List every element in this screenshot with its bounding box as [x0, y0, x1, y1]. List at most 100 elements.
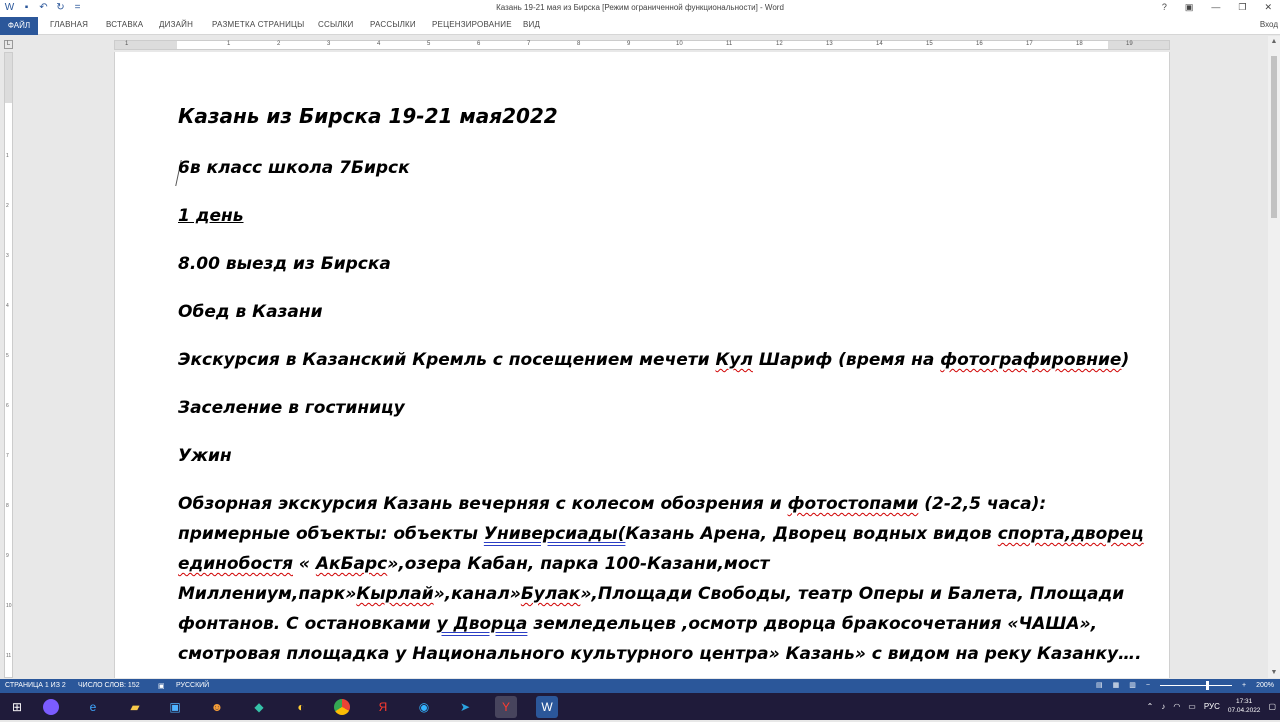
cortana-icon[interactable]: [40, 696, 62, 718]
doc-day1[interactable]: 1 день: [178, 206, 244, 226]
ruler-number: 19: [1126, 41, 1133, 47]
read-mode-icon[interactable]: ▤: [1096, 681, 1103, 689]
ruler-number: 16: [976, 41, 983, 47]
yandex-icon[interactable]: Я: [372, 696, 394, 718]
clock[interactable]: 17:31 07.04.2022: [1228, 697, 1261, 715]
vruler-number: 5: [6, 353, 9, 359]
document-page[interactable]: Казань из Бирска 19-21 мая2022 6в класс …: [114, 52, 1170, 678]
chrome-icon[interactable]: [331, 696, 353, 718]
status-language[interactable]: РУССКИЙ: [176, 682, 209, 689]
clock-time: 17:31: [1236, 698, 1253, 705]
doc-departure[interactable]: 8.00 выезд из Бирска: [178, 254, 391, 274]
tab-home[interactable]: ГЛАВНАЯ: [50, 20, 88, 29]
telegram-icon[interactable]: ➤: [454, 696, 476, 718]
zoom-out-icon[interactable]: −: [1146, 682, 1150, 689]
doc-heading[interactable]: Казань из Бирска 19-21 мая2022: [178, 104, 558, 128]
title-bar: W ▪ ↶ ↻ = Казань 19-21 мая из Бирска [Ре…: [0, 0, 1280, 17]
zoom-slider[interactable]: [1160, 680, 1232, 690]
ruler-number: 17: [1026, 41, 1033, 47]
yandex-browser-icon[interactable]: Y: [495, 696, 517, 718]
ruler-number: 12: [776, 41, 783, 47]
ruler-number: 13: [826, 41, 833, 47]
help-icon[interactable]: ?: [1162, 2, 1167, 13]
tab-review[interactable]: РЕЦЕНЗИРОВАНИЕ: [432, 20, 512, 29]
ruler-number: 15: [926, 41, 933, 47]
vruler-number: 4: [6, 303, 9, 309]
doc-tour-line-4[interactable]: Миллениум,парк»Кырлай»,канал»Булак»,Площ…: [178, 584, 1124, 604]
vruler-number: 1: [6, 153, 9, 159]
volume-icon[interactable]: ♪: [1161, 702, 1165, 711]
tab-view[interactable]: ВИД: [523, 20, 540, 29]
vruler-number: 3: [6, 253, 9, 259]
word-icon[interactable]: W: [536, 696, 558, 718]
vruler-number: 7: [6, 453, 9, 459]
web-layout-icon[interactable]: ▥: [1129, 681, 1136, 689]
zoom-slider-knob[interactable]: [1206, 680, 1209, 690]
tab-mailings[interactable]: РАССЫЛКИ: [370, 20, 416, 29]
status-bar: СТРАНИЦА 1 ИЗ 2 ЧИСЛО СЛОВ: 152 ▣ РУССКИ…: [0, 679, 1280, 693]
ruler-number: 2: [277, 41, 281, 47]
ruler-number: 8: [577, 41, 581, 47]
horizontal-ruler[interactable]: 1 1 2 3 4 5 6 7 8 9 10 11 12 13 14 15 16…: [114, 40, 1170, 50]
doc-class-line[interactable]: 6в класс школа 7Бирск: [178, 158, 410, 178]
status-right-group: ▤ ▦ ▥ − + 200%: [1096, 680, 1274, 690]
notifications-icon[interactable]: ▢: [1268, 702, 1276, 711]
doc-checkin[interactable]: Заселение в гостиницу: [178, 398, 405, 418]
zoom-level[interactable]: 200%: [1256, 682, 1274, 689]
doc-dinner[interactable]: Ужин: [178, 446, 232, 466]
ribbon-tabs: ФАЙЛ ГЛАВНАЯ ВСТАВКА ДИЗАЙН РАЗМЕТКА СТР…: [0, 17, 1280, 35]
zoom-in-icon[interactable]: +: [1242, 682, 1246, 689]
ruler-number: 10: [676, 41, 683, 47]
status-word-count[interactable]: ЧИСЛО СЛОВ: 152: [78, 682, 140, 689]
doc-tour-line-1[interactable]: Обзорная экскурсия Казань вечерняя с кол…: [178, 494, 1046, 514]
tab-insert[interactable]: ВСТАВКА: [106, 20, 143, 29]
restore-icon[interactable]: ❐: [1238, 2, 1246, 13]
ribbon-display-icon[interactable]: ▣: [1185, 2, 1194, 13]
scroll-thumb[interactable]: [1271, 56, 1277, 218]
display-icon[interactable]: ▭: [1188, 702, 1196, 711]
scroll-down-icon[interactable]: ▼: [1270, 669, 1278, 676]
tab-selector[interactable]: L: [4, 40, 13, 49]
ruler-row: L 1 1 2 3 4 5 6 7 8 9 10 11 12 13 14 15 …: [0, 36, 1280, 52]
photos-icon[interactable]: ◆: [248, 696, 270, 718]
doc-tour-line-6[interactable]: смотровая площадка у Национального культ…: [178, 644, 1142, 664]
doc-excursion[interactable]: Экскурсия в Казанский Кремль с посещение…: [178, 350, 1129, 370]
ruler-number: 4: [377, 41, 381, 47]
tab-file[interactable]: ФАЙЛ: [0, 17, 38, 35]
input-language[interactable]: РУС: [1204, 702, 1220, 711]
sign-in-link[interactable]: Вход: [1260, 20, 1278, 29]
status-page-count[interactable]: СТРАНИЦА 1 ИЗ 2: [5, 682, 66, 689]
tab-layout[interactable]: РАЗМЕТКА СТРАНИЦЫ: [212, 20, 304, 29]
vertical-ruler[interactable]: 1 2 3 4 5 6 7 8 9 10 11: [4, 52, 13, 678]
doc-tour-line-3[interactable]: единобостя « АкБарс»,озера Кабан, парка …: [178, 554, 769, 574]
clock-date: 07.04.2022: [1227, 707, 1261, 714]
close-icon[interactable]: ✕: [1264, 2, 1272, 13]
paint-icon[interactable]: ◐: [290, 696, 312, 718]
tray-expand-icon[interactable]: ⌃: [1147, 702, 1154, 711]
doc-lunch[interactable]: Обед в Казани: [178, 302, 323, 322]
print-layout-icon[interactable]: ▦: [1113, 681, 1120, 689]
tab-references[interactable]: ССЫЛКИ: [318, 20, 354, 29]
vruler-number: 2: [6, 203, 9, 209]
ruler-number: 9: [627, 41, 631, 47]
doc-tour-line-2[interactable]: примерные объекты: объекты Универсиады(К…: [178, 524, 1144, 544]
window-title: Казань 19-21 мая из Бирска [Режим ограни…: [496, 3, 784, 12]
minimize-icon[interactable]: —: [1211, 2, 1220, 13]
network-icon[interactable]: ◠: [1173, 702, 1180, 711]
ruler-number: 1: [125, 41, 129, 47]
tab-design[interactable]: ДИЗАЙН: [159, 20, 193, 29]
edge-legacy-icon[interactable]: e: [82, 696, 104, 718]
doc-tour-line-5[interactable]: фонтанов. С остановками у Дворца земледе…: [178, 614, 1097, 634]
windows-start-icon[interactable]: ⊞: [6, 696, 28, 718]
vertical-scrollbar[interactable]: ▲ ▼: [1268, 36, 1280, 678]
scroll-up-icon[interactable]: ▲: [1270, 38, 1278, 45]
game-icon[interactable]: ☻: [206, 696, 228, 718]
vruler-number: 10: [6, 603, 12, 609]
status-proofing-icon[interactable]: ▣: [158, 682, 165, 690]
file-explorer-icon[interactable]: ▰: [124, 696, 146, 718]
window-controls: ? ▣ — ❐ ✕: [1162, 2, 1272, 13]
edge-icon[interactable]: ◉: [413, 696, 435, 718]
system-tray: ⌃ ♪ ◠ ▭ РУС 17:31 07.04.2022 ▢: [1147, 697, 1276, 715]
taskbar: ⊞ e ▰ ▣ ☻ ◆ ◐ Я ◉ ➤ Y W ⌃ ♪ ◠ ▭ РУС 17:3…: [0, 693, 1280, 720]
app-icon[interactable]: ▣: [164, 696, 186, 718]
